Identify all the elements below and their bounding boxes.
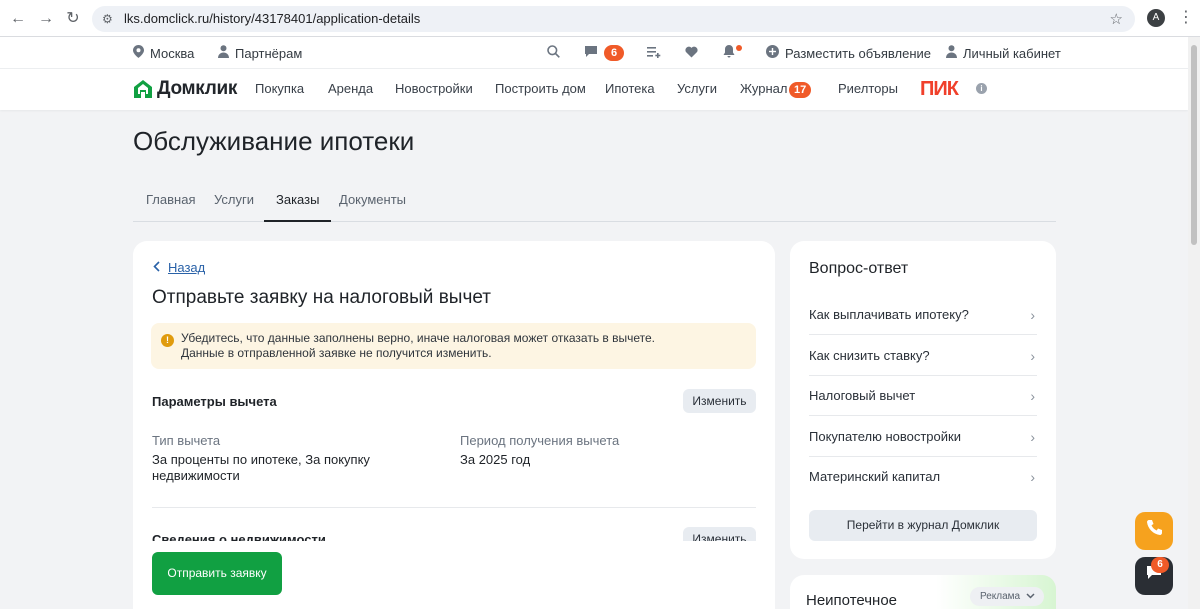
top-bar: Москва Партнёрам 6 Разместить объявление… — [0, 37, 1188, 69]
edit-deduction-params-button[interactable]: Изменить — [683, 389, 756, 413]
bell-icon — [723, 45, 735, 61]
person-icon — [218, 45, 229, 61]
form-title: Отправьте заявку на налоговый вычет — [152, 287, 491, 308]
messages-badge: 6 — [604, 45, 624, 61]
nav-link-realtors[interactable]: Риелторы — [838, 81, 898, 97]
nav-link-rent[interactable]: Аренда — [328, 81, 373, 97]
call-button[interactable] — [1135, 512, 1173, 550]
chevron-right-icon: › — [1030, 469, 1035, 485]
heart-icon — [685, 46, 698, 61]
playlist-add-icon — [647, 46, 661, 61]
post-ad-link[interactable]: Разместить объявление — [766, 37, 931, 69]
chevron-down-icon — [1026, 587, 1035, 606]
faq-item-label: Материнский капитал — [809, 469, 941, 484]
period-label: Период получения вычета — [460, 433, 620, 448]
faq-item-repay-mortgage[interactable]: Как выплачивать ипотеку? › — [809, 295, 1037, 335]
tab-bar: Главная Услуги Заказы Документы — [133, 185, 1056, 222]
warning-banner: ! Убедитесь, что данные заполнены верно,… — [151, 323, 756, 369]
faq-item-label: Налоговый вычет — [809, 388, 916, 403]
chevron-left-icon — [153, 260, 160, 275]
tab-home[interactable]: Главная — [134, 185, 207, 222]
faq-item-maternity-capital[interactable]: Материнский капитал › — [809, 457, 1037, 497]
partners-label: Партнёрам — [235, 45, 303, 61]
address-bar[interactable]: ⚙ lks.domclick.ru/history/43178401/appli… — [92, 6, 1135, 32]
deduction-type-label: Тип вычета — [152, 433, 221, 448]
search-icon — [547, 45, 560, 61]
nav-link-mortgage[interactable]: Ипотека — [605, 81, 655, 97]
scrollbar-thumb[interactable] — [1191, 45, 1197, 245]
back-arrow-icon[interactable]: ← — [8, 9, 28, 29]
browser-toolbar: ← → ↻ ⚙ lks.domclick.ru/history/43178401… — [0, 0, 1200, 37]
faq-item-label: Как снизить ставку? — [809, 348, 930, 363]
forward-arrow-icon[interactable]: → — [36, 9, 56, 29]
info-icon[interactable]: i — [976, 83, 987, 94]
browser-menu-icon[interactable]: ⋮ — [1178, 9, 1194, 27]
nav-link-purchase[interactable]: Покупка — [255, 81, 304, 97]
chat-badge: 6 — [1151, 557, 1169, 573]
warning-text: Убедитесь, что данные заполнены верно, и… — [181, 331, 656, 360]
back-label: Назад — [168, 260, 206, 275]
faq-item-label: Покупателю новостройки — [809, 429, 961, 444]
logo-text: Домклик — [157, 78, 238, 99]
phone-icon — [1145, 520, 1163, 541]
pik-logo[interactable]: ПИК — [920, 78, 959, 101]
submit-application-button[interactable]: Отправить заявку — [152, 552, 282, 595]
journal-badge: 17 — [789, 82, 812, 98]
lists-button[interactable] — [647, 37, 661, 69]
faq-item-new-building-buyer[interactable]: Покупателю новостройки › — [809, 417, 1037, 457]
tab-services[interactable]: Услуги — [202, 185, 266, 222]
url-text: lks.domclick.ru/history/43178401/applica… — [124, 11, 421, 26]
ad-chip-label: Реклама — [980, 591, 1021, 603]
chevron-right-icon: › — [1030, 307, 1035, 323]
nav-link-services[interactable]: Услуги — [677, 81, 717, 97]
tab-orders[interactable]: Заказы — [264, 185, 332, 222]
favorites-button[interactable] — [685, 37, 698, 69]
chevron-right-icon: › — [1030, 388, 1035, 404]
house-logo-icon — [133, 79, 153, 99]
notifications-button[interactable] — [723, 37, 735, 69]
page-title: Обслуживание ипотеки — [133, 126, 415, 156]
nav-link-build-house[interactable]: Построить дом — [495, 81, 586, 97]
tab-documents[interactable]: Документы — [327, 185, 418, 222]
bookmark-star-icon[interactable]: ☆ — [1110, 10, 1123, 28]
back-link[interactable]: Назад — [153, 260, 205, 275]
partners-link[interactable]: Партнёрам — [218, 37, 302, 69]
main-navigation: Домклик Покупка Аренда Новостройки Постр… — [0, 69, 1188, 110]
faq-item-tax-deduction[interactable]: Налоговый вычет › — [809, 376, 1037, 416]
domclick-logo[interactable]: Домклик — [133, 78, 237, 100]
chat-icon — [584, 45, 598, 61]
city-selector[interactable]: Москва — [133, 37, 194, 69]
reload-icon[interactable]: ↻ — [63, 9, 83, 29]
deduction-type-value: За проценты по ипотеке, За покупку недви… — [152, 452, 370, 483]
site-settings-icon[interactable]: ⚙ — [102, 11, 118, 27]
profile-avatar[interactable]: A — [1147, 9, 1165, 27]
post-ad-label: Разместить объявление — [785, 45, 932, 61]
account-label: Личный кабинет — [963, 45, 1061, 61]
chevron-right-icon: › — [1030, 348, 1035, 364]
ad-title: Неипотечное — [806, 592, 898, 609]
warning-icon: ! — [161, 334, 174, 347]
messages-button[interactable]: 6 — [584, 37, 624, 69]
faq-item-lower-rate[interactable]: Как снизить ставку? › — [809, 336, 1037, 376]
faq-item-label: Как выплачивать ипотеку? — [809, 307, 969, 322]
notification-dot — [736, 45, 742, 51]
ad-card[interactable]: Неипотечное Реклама — [790, 575, 1056, 609]
faq-title: Вопрос-ответ — [809, 260, 909, 277]
section-title-deduction-params: Параметры вычета — [152, 394, 277, 409]
person-icon — [946, 45, 957, 61]
go-to-journal-button[interactable]: Перейти в журнал Домклик — [809, 510, 1037, 541]
account-link[interactable]: Личный кабинет — [946, 37, 1061, 69]
tax-deduction-form-card: Назад Отправьте заявку на налоговый выче… — [133, 241, 775, 609]
search-button[interactable] — [547, 37, 560, 69]
plus-circle-icon — [766, 45, 779, 61]
section-divider — [152, 507, 756, 508]
city-label: Москва — [150, 45, 195, 61]
nav-link-journal[interactable]: Журнал — [740, 81, 787, 97]
faq-card: Вопрос-ответ Как выплачивать ипотеку? › … — [790, 241, 1056, 559]
ad-label-chip[interactable]: Реклама — [970, 587, 1044, 606]
nav-link-new-buildings[interactable]: Новостройки — [395, 81, 473, 97]
location-pin-icon — [133, 45, 144, 61]
period-value: За 2025 год — [460, 452, 531, 467]
chevron-right-icon: › — [1030, 429, 1035, 445]
